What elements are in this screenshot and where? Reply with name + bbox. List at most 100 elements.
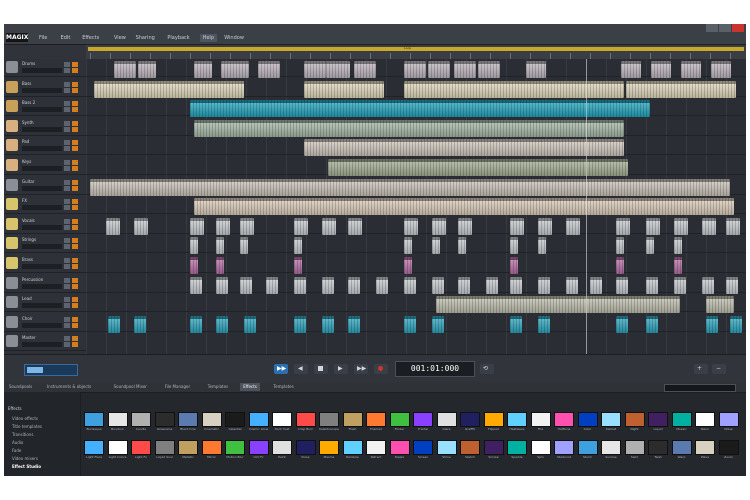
monitor-button[interactable] [72, 185, 78, 191]
audio-clip[interactable] [294, 276, 306, 294]
track-lane[interactable] [86, 216, 746, 235]
audio-clip[interactable] [566, 276, 578, 294]
tab-templates[interactable]: Templates [205, 383, 231, 391]
record-arm-button[interactable] [72, 258, 78, 263]
loop-range-bar[interactable] [88, 47, 744, 51]
track-header[interactable]: Strings [4, 235, 86, 254]
track-volume-bar[interactable] [22, 166, 62, 171]
solo-button[interactable] [64, 244, 70, 250]
timecode-display[interactable]: 001:01:000 [395, 361, 475, 377]
record-arm-button[interactable] [72, 277, 78, 283]
track-lane[interactable] [86, 255, 746, 274]
audio-clip[interactable] [510, 257, 518, 274]
monitor-button[interactable] [72, 68, 78, 73]
tab-soundpools[interactable]: Soundpools [6, 383, 35, 391]
record-arm-button[interactable] [72, 140, 78, 146]
audio-clip[interactable] [726, 276, 738, 294]
record-arm-button[interactable] [72, 160, 78, 165]
audio-clip[interactable] [404, 80, 624, 98]
track-header[interactable]: Lead [4, 294, 86, 313]
monitor-button[interactable] [72, 166, 78, 171]
audio-clip[interactable] [106, 217, 120, 235]
audio-clip[interactable] [538, 237, 546, 255]
audio-clip[interactable] [240, 217, 254, 235]
audio-clip[interactable] [432, 237, 440, 255]
track-header[interactable]: Guitar [4, 177, 86, 195]
effect-thumbnail[interactable] [601, 440, 621, 455]
track-lane[interactable] [86, 59, 746, 78]
stop-button[interactable] [314, 364, 328, 374]
effect-thumbnail[interactable] [154, 412, 175, 427]
record-arm-button[interactable] [72, 316, 78, 322]
solo-button[interactable] [64, 166, 70, 171]
effect-thumbnail[interactable] [342, 412, 363, 427]
effect-thumbnail[interactable] [107, 440, 128, 455]
solo-button[interactable] [64, 68, 70, 73]
audio-clip[interactable] [428, 61, 450, 78]
audio-clip[interactable] [348, 217, 362, 235]
record-arm-button[interactable] [72, 218, 78, 224]
effect-thumbnail[interactable] [530, 412, 551, 427]
track-header[interactable]: Synth [4, 118, 86, 136]
effect-thumbnail[interactable] [695, 412, 715, 427]
solo-button[interactable] [64, 185, 70, 191]
effect-thumbnail[interactable] [577, 440, 598, 455]
audio-clip[interactable] [436, 296, 680, 314]
audio-clip[interactable] [526, 61, 546, 78]
mute-button[interactable] [64, 101, 70, 107]
audio-clip[interactable] [616, 315, 628, 333]
track-volume-bar[interactable] [22, 107, 62, 113]
audio-clip[interactable] [538, 315, 550, 333]
audio-clip[interactable] [486, 276, 498, 294]
audio-clip[interactable] [646, 237, 654, 255]
solo-button[interactable] [64, 303, 70, 309]
monitor-button[interactable] [72, 342, 78, 348]
audio-clip[interactable] [190, 276, 202, 294]
audio-clip[interactable] [304, 80, 384, 98]
effect-thumbnail[interactable] [389, 440, 410, 455]
track-volume-bar[interactable] [22, 205, 62, 211]
effect-thumbnail[interactable] [201, 412, 222, 427]
play-button[interactable]: ▶ [334, 364, 348, 374]
effect-thumbnail[interactable] [436, 440, 457, 455]
track-volume-bar[interactable] [22, 342, 62, 348]
audio-clip[interactable] [266, 276, 278, 294]
audio-clip[interactable] [681, 61, 701, 78]
effect-thumbnail[interactable] [131, 412, 151, 427]
forward-button[interactable]: ▶▶ [354, 364, 368, 374]
track-lane[interactable] [86, 157, 746, 176]
audio-clip[interactable] [646, 315, 658, 333]
audio-clip[interactable] [322, 217, 336, 235]
effect-thumbnail[interactable] [554, 440, 574, 455]
track-header[interactable]: Brass [4, 255, 86, 273]
mute-button[interactable] [64, 297, 70, 303]
mute-button[interactable] [64, 218, 70, 224]
audio-clip[interactable] [216, 237, 224, 255]
audio-clip[interactable] [711, 61, 731, 78]
effect-thumbnail[interactable] [248, 412, 269, 427]
track-header[interactable]: Bass [4, 79, 86, 97]
record-arm-button[interactable] [72, 238, 78, 244]
audio-clip[interactable] [566, 217, 580, 235]
effect-thumbnail[interactable] [460, 412, 480, 427]
monitor-button[interactable] [72, 107, 78, 113]
audio-clip[interactable] [702, 276, 714, 294]
audio-clip[interactable] [510, 217, 524, 235]
audio-clip[interactable] [190, 100, 650, 118]
audio-clip[interactable] [194, 61, 212, 78]
audio-clip[interactable] [294, 217, 308, 235]
record-arm-button[interactable] [72, 179, 78, 185]
effect-thumbnail[interactable] [295, 440, 316, 455]
audio-clip[interactable] [404, 217, 418, 235]
mute-button[interactable] [64, 316, 70, 322]
effect-thumbnail[interactable] [624, 412, 645, 427]
audio-clip[interactable] [538, 217, 552, 235]
track-volume-bar[interactable] [22, 146, 62, 152]
effect-thumbnail[interactable] [248, 440, 269, 455]
audio-clip[interactable] [304, 139, 624, 157]
audio-clip[interactable] [244, 315, 256, 333]
track-header[interactable]: Master [4, 333, 86, 352]
monitor-button[interactable] [72, 283, 78, 289]
audio-clip[interactable] [194, 119, 624, 137]
monitor-button[interactable] [72, 146, 78, 152]
